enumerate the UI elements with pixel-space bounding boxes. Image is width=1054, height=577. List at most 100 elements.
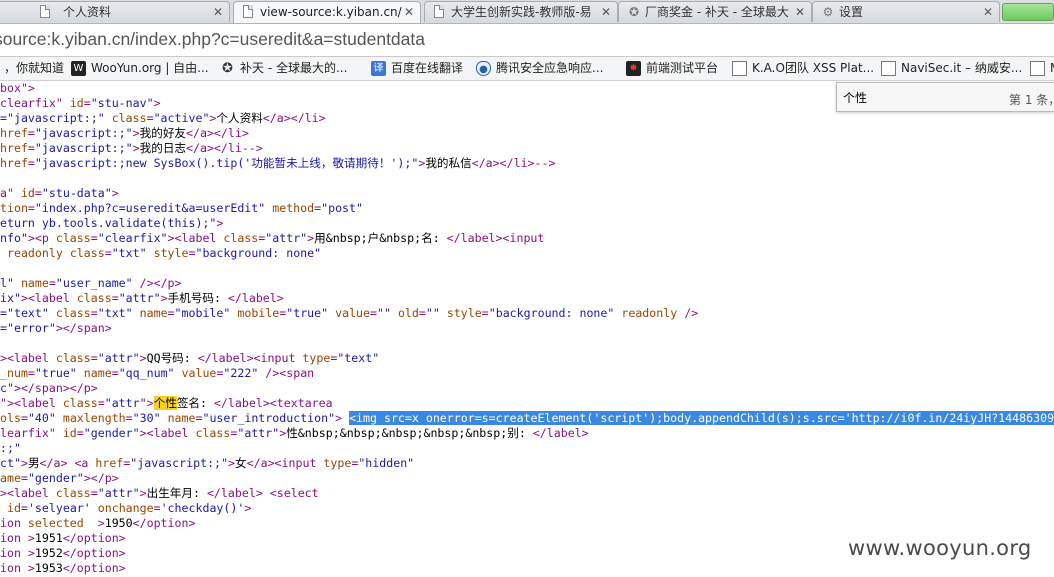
- bookmark-wooyun[interactable]: W WooYun.org | 自由...: [71, 60, 209, 77]
- attribute-name-token: class: [55, 231, 91, 245]
- tab-title: 大学生创新实践-教师版-易: [451, 5, 591, 19]
- bookmark-butian[interactable]: ✪ 补天 - 全球最大的...: [220, 60, 347, 77]
- attribute-name-token: type: [302, 351, 331, 365]
- bookmark-label: 百度在线翻译: [391, 61, 464, 75]
- attribute-value-token: "clearfix": [97, 231, 168, 245]
- tag-token: =: [370, 306, 377, 320]
- tag-token: </label><input: [197, 351, 303, 365]
- attribute-name-token: class: [62, 396, 98, 410]
- url-text[interactable]: source:k.yiban.cn/index.php?c=useredit&a…: [0, 29, 425, 50]
- attribute-value-token: "222": [223, 366, 266, 380]
- tab-settings[interactable]: ⚙ 设置 ✕: [812, 1, 1000, 22]
- tag-token: ><p: [27, 231, 56, 245]
- close-icon[interactable]: ✕: [404, 2, 414, 22]
- source-line: ion >1952</option>: [0, 546, 126, 561]
- new-tab-button[interactable]: [1002, 3, 1054, 21]
- bookmark-kao-xss[interactable]: K.A.O团队 XSS Plat...: [732, 60, 874, 77]
- tag-token: >: [139, 351, 147, 365]
- tab-title: 设置: [839, 5, 864, 19]
- source-line: ="text" class="txt" name="mobile" mobile…: [0, 306, 698, 321]
- tag-token: =: [20, 471, 28, 485]
- source-line: readonly class="txt" style="background: …: [0, 246, 321, 261]
- attribute-name-token: name: [139, 306, 168, 320]
- close-icon[interactable]: ✕: [213, 2, 223, 22]
- source-line: href="javascript:;new SysBox().tip('功能暂未…: [0, 156, 555, 171]
- find-result-count: 第 1 条，: [1009, 93, 1054, 107]
- close-icon[interactable]: ✕: [795, 2, 805, 22]
- source-line: ion selected >1950</option>: [0, 516, 195, 531]
- tab-vendor-bounty[interactable]: ✪ 厂商奖金 - 补天 - 全球最大 ✕: [618, 1, 812, 22]
- tag-token: >: [111, 186, 119, 200]
- text-token: 1952: [34, 546, 63, 560]
- attribute-name-token: id: [20, 186, 35, 200]
- address-bar[interactable]: source:k.yiban.cn/index.php?c=useredit&a…: [0, 24, 1054, 57]
- attribute-name-token: tion: [0, 201, 28, 215]
- bookmark-m[interactable]: M: [1030, 60, 1054, 77]
- text-token: 用&nbsp;户&nbsp;名:: [314, 231, 447, 245]
- close-icon[interactable]: ✕: [983, 2, 993, 22]
- source-line: c"></span></p>: [0, 381, 98, 396]
- attribute-value-token: "javascript:;": [34, 126, 133, 140]
- attribute-value-token: "hidden": [358, 456, 415, 470]
- tag-token: >: [160, 291, 168, 305]
- tag-token: =: [167, 306, 175, 320]
- attribute-value-token: "40": [27, 411, 63, 425]
- tag-token: =: [90, 306, 98, 320]
- attribute-value-token: "attr": [237, 426, 280, 440]
- baidu-translate-icon: 译: [371, 61, 386, 76]
- find-match-highlight: 个性: [153, 396, 177, 410]
- attribute-value-token: c": [0, 381, 14, 395]
- tab-view-source[interactable]: view-source:k.yiban.cn/i ✕: [233, 1, 421, 23]
- attribute-name-token: old: [397, 306, 419, 320]
- close-icon[interactable]: ✕: [601, 2, 611, 22]
- tag-token: =: [27, 201, 35, 215]
- tag-token: </a></li>-->: [471, 156, 556, 170]
- attribute-value-token: "attr": [118, 291, 161, 305]
- text-token: 出生年月:: [146, 486, 207, 500]
- attribute-value-token: "": [425, 306, 447, 320]
- attribute-name-token: onchange: [97, 501, 154, 515]
- attribute-value-token: ="text": [0, 306, 56, 320]
- bookmark-navisec[interactable]: NaviSec.it – 纳威安...: [881, 60, 1022, 77]
- attribute-name-token: href: [0, 141, 28, 155]
- attribute-value-token: nfo": [0, 231, 28, 245]
- attribute-name-token: value: [335, 306, 371, 320]
- attribute-name-token: href: [0, 126, 28, 140]
- page-icon: [881, 61, 896, 76]
- bookmark-label: WooYun.org | 自由...: [91, 61, 209, 75]
- tag-token: </a></li>: [186, 126, 249, 140]
- text-token: 手机号码:: [167, 291, 228, 305]
- text-token: 签名:: [176, 396, 214, 410]
- attribute-name-token: value: [181, 366, 217, 380]
- tag-token: =: [111, 291, 119, 305]
- bookmark-tencent-security[interactable]: ● 腾讯安全应急响应...: [476, 60, 603, 77]
- tag-token: ><label: [139, 426, 196, 440]
- tag-token: =: [146, 111, 154, 125]
- watermark: www.wooyun.org: [848, 536, 1032, 560]
- attribute-name-token: mobile: [237, 306, 280, 320]
- source-line: ><label class="attr">出生年月: </label> <sel…: [0, 486, 319, 501]
- tab-innovation-practice[interactable]: 大学生创新实践-教师版-易 ✕: [424, 1, 618, 22]
- source-line: nfo"><p class="clearfix"><label class="a…: [0, 231, 544, 246]
- tag-token: >: [139, 486, 147, 500]
- source-view[interactable]: box"> clearfix" id="stu-nav"> ="javascript…: [0, 81, 1054, 577]
- find-input[interactable]: [843, 87, 1003, 107]
- attribute-name-token: readonly: [621, 306, 685, 320]
- attribute-value-token: 'checkday()': [160, 501, 245, 515]
- tag-token: =: [90, 351, 98, 365]
- tag-token: =: [90, 231, 98, 245]
- attribute-value-token: "gender": [83, 426, 140, 440]
- tab-profile[interactable]: 个人资料 ✕: [0, 1, 230, 22]
- bookmark-baidu-translate[interactable]: 译 百度在线翻译: [371, 60, 463, 77]
- bookmark-label: 腾讯安全应急响应...: [496, 61, 604, 75]
- source-line: href="javascript:;">我的好友</a></li>: [0, 126, 249, 141]
- attribute-value-token: "txt": [97, 306, 140, 320]
- text-token: 女: [235, 456, 247, 470]
- source-line: :;": [0, 441, 21, 456]
- bookmark-frontend-test[interactable]: ✸ 前端测试平台: [626, 60, 718, 77]
- tag-token: box">: [0, 81, 35, 95]
- shield-icon: ●: [476, 61, 491, 76]
- bookmark-baidu[interactable]: ，你就知道: [0, 60, 64, 77]
- attribute-name-token: name: [167, 411, 196, 425]
- tag-token: </a><input: [246, 456, 324, 470]
